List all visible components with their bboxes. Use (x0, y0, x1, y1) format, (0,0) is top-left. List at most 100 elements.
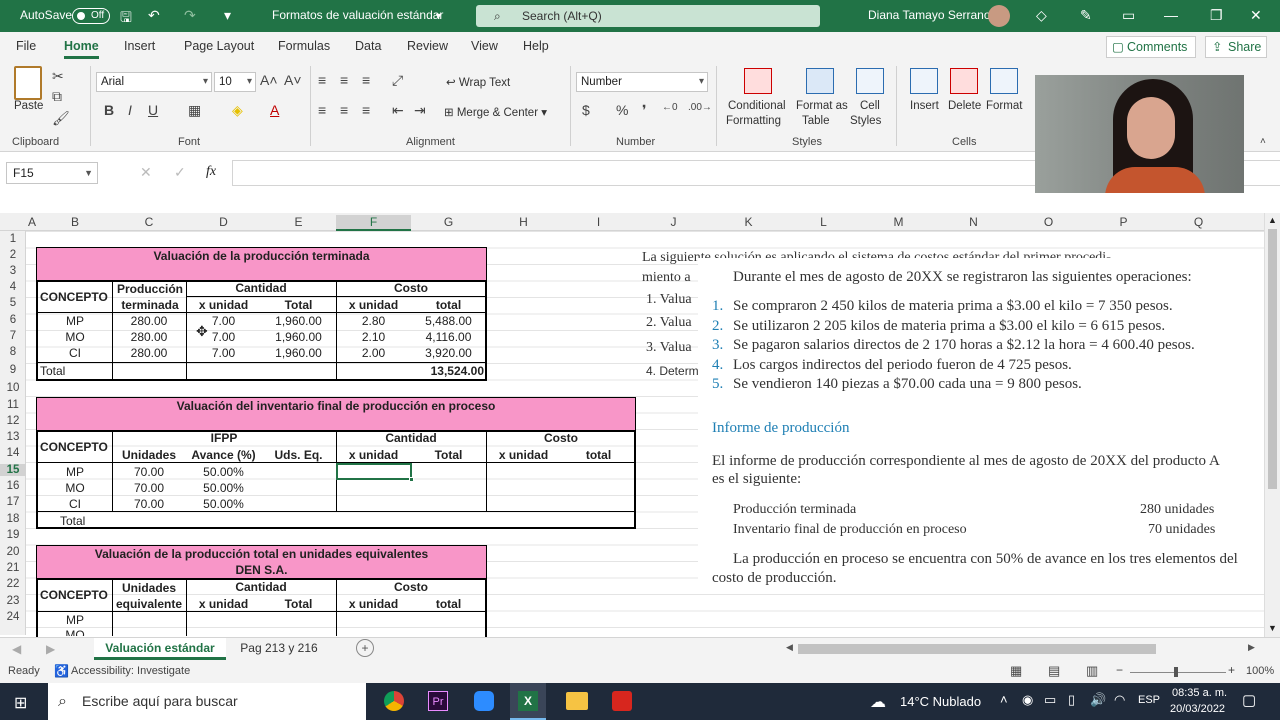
scroll-down-icon[interactable]: ▼ (1268, 623, 1277, 633)
normal-view-icon[interactable]: ▦ (1010, 663, 1022, 679)
avatar[interactable] (988, 5, 1010, 27)
prev-sheet-icon[interactable]: ◀ (12, 642, 21, 656)
document-title[interactable]: Formatos de valuación estándar (272, 8, 443, 22)
wrap-text-button[interactable]: ↩ Wrap Text (446, 75, 510, 89)
bold-icon[interactable]: B (104, 102, 114, 118)
title-chevron-icon[interactable]: ▼ (434, 11, 443, 21)
next-sheet-icon[interactable]: ▶ (46, 642, 55, 656)
delete-cells-icon[interactable] (950, 68, 978, 94)
col-header[interactable]: M (861, 215, 936, 229)
col-header[interactable]: B (38, 215, 112, 229)
row-header[interactable]: 3 (0, 265, 26, 277)
col-header[interactable]: E (261, 215, 336, 229)
row-header[interactable]: 1 (0, 233, 26, 245)
decrease-decimal-icon[interactable]: .00→ (688, 102, 712, 113)
menu-formulas[interactable]: Formulas (278, 39, 330, 53)
menu-data[interactable]: Data (355, 39, 381, 53)
weather-text[interactable]: 14°C Nublado (900, 694, 981, 709)
col-header-selected[interactable]: F (336, 215, 411, 231)
col-header[interactable]: L (786, 215, 861, 229)
table-label[interactable]: Table (802, 115, 830, 127)
format-as-label[interactable]: Format as (796, 100, 848, 112)
autosave-toggle[interactable]: Off (72, 8, 110, 24)
row-header[interactable]: 11 (0, 399, 26, 411)
format-cells-icon[interactable] (990, 68, 1018, 94)
row-header[interactable]: 2 (0, 249, 26, 261)
col-header[interactable]: Q (1161, 215, 1236, 229)
scroll-thumb[interactable] (1268, 229, 1277, 489)
align-bottom-icon[interactable]: ≡ (362, 72, 370, 88)
clock-date[interactable]: 20/03/2022 (1170, 703, 1225, 715)
menu-file[interactable]: File (16, 39, 36, 53)
tray-chevron-icon[interactable]: ˄ (1000, 692, 1008, 707)
col-header[interactable]: K (711, 215, 786, 229)
selected-cell[interactable] (336, 463, 412, 480)
clock-time[interactable]: 08:35 a. m. (1172, 687, 1227, 699)
format-label[interactable]: Format (986, 100, 1022, 112)
row-header[interactable]: 16 (0, 480, 26, 492)
menu-page-layout[interactable]: Page Layout (184, 39, 254, 53)
language-indicator[interactable]: ESP (1138, 694, 1160, 706)
increase-decimal-icon[interactable]: ←0 (662, 102, 678, 113)
zoom-slider-thumb[interactable] (1174, 667, 1178, 677)
insert-label[interactable]: Insert (910, 100, 939, 112)
col-header[interactable]: J (636, 215, 711, 229)
fill-color-icon[interactable]: ◈ (232, 102, 243, 119)
horizontal-scroll-thumb[interactable] (798, 644, 1156, 654)
sheet-tab-active[interactable]: Valuación estándar (94, 638, 226, 660)
zoom-level[interactable]: 100% (1246, 665, 1274, 677)
number-format-select[interactable]: Number (576, 72, 708, 92)
decrease-indent-icon[interactable]: ⇤ (392, 102, 404, 119)
format-as-table-icon[interactable] (806, 68, 834, 94)
row-header[interactable]: 9 (0, 364, 26, 376)
formatting-label[interactable]: Formatting (726, 115, 781, 127)
row-header[interactable]: 23 (0, 595, 26, 607)
delete-label[interactable]: Delete (948, 100, 981, 112)
row-header[interactable]: 4 (0, 281, 26, 293)
align-middle-icon[interactable]: ≡ (340, 72, 348, 88)
menu-help[interactable]: Help (523, 39, 549, 53)
col-header[interactable]: D (186, 215, 261, 229)
font-size-select[interactable]: 10 (214, 72, 256, 92)
increase-indent-icon[interactable]: ⇥ (414, 102, 426, 119)
zoom-slider[interactable] (1130, 672, 1226, 673)
insert-cells-icon[interactable] (910, 68, 938, 94)
minimize-icon[interactable]: — (1164, 7, 1178, 23)
underline-icon[interactable]: U (148, 102, 158, 118)
col-header[interactable]: P (1086, 215, 1161, 229)
font-name-select[interactable]: Arial (96, 72, 212, 92)
paste-icon[interactable] (14, 66, 42, 100)
close-icon[interactable]: ✕ (1250, 7, 1262, 24)
wifi-icon[interactable]: ◠ (1114, 692, 1125, 708)
user-name[interactable]: Diana Tamayo Serrano (868, 8, 991, 22)
undo-icon[interactable]: ↶ (148, 7, 160, 24)
battery-icon[interactable]: ▯ (1068, 692, 1075, 708)
row-header[interactable]: 13 (0, 431, 26, 443)
row-header[interactable]: 24 (0, 611, 26, 623)
row-header[interactable]: 18 (0, 513, 26, 525)
col-header[interactable]: H (486, 215, 561, 229)
enter-icon[interactable]: ✓ (174, 164, 186, 181)
network-icon[interactable]: ▭ (1044, 692, 1056, 708)
zoom-in-icon[interactable]: + (1228, 663, 1235, 677)
redo-icon[interactable]: ↷ (184, 7, 196, 24)
save-icon[interactable]: 🖫 (120, 7, 132, 31)
conditional-formatting-icon[interactable] (744, 68, 772, 94)
menu-insert[interactable]: Insert (124, 39, 155, 53)
hscroll-left-icon[interactable]: ◀ (786, 642, 793, 653)
row-header[interactable]: 22 (0, 578, 26, 590)
fx-icon[interactable]: fx (206, 164, 216, 180)
menu-review[interactable]: Review (407, 39, 448, 53)
sheet-tab[interactable]: Pag 213 y 216 (232, 641, 326, 655)
file-explorer-icon[interactable] (566, 692, 588, 710)
maximize-icon[interactable]: ❐ (1210, 7, 1223, 24)
chrome-icon[interactable] (384, 691, 404, 711)
col-header[interactable]: C (112, 215, 186, 229)
align-top-icon[interactable]: ≡ (318, 72, 326, 88)
ribbon-display-icon[interactable]: ▭ (1122, 7, 1135, 24)
row-header[interactable]: 6 (0, 314, 26, 326)
acrobat-icon[interactable] (612, 691, 632, 711)
collapse-ribbon-icon[interactable]: ˄ (1260, 136, 1266, 147)
accessibility-status[interactable]: Accessibility: Investigate (71, 665, 190, 677)
align-left-icon[interactable]: ≡ (318, 102, 326, 118)
